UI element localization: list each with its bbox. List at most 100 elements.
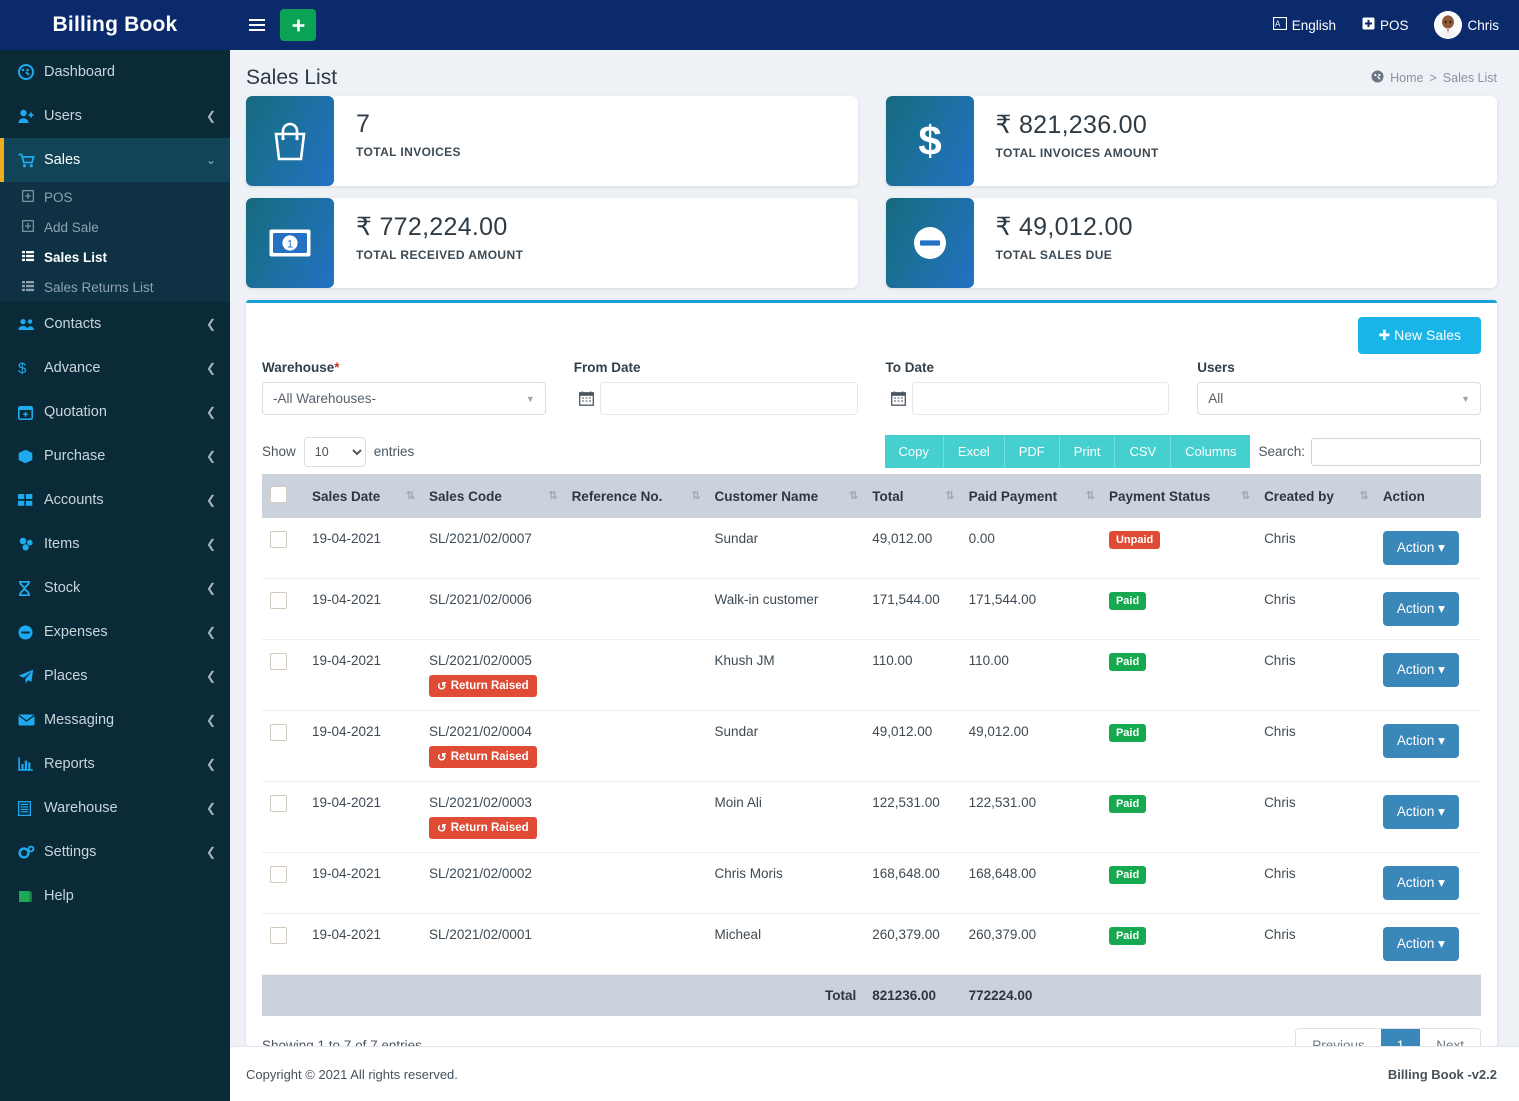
calendar-icon[interactable] bbox=[574, 391, 600, 406]
pagination-next[interactable]: Next bbox=[1420, 1029, 1480, 1046]
sidebar-item-settings[interactable]: Settings ❮ bbox=[0, 830, 230, 874]
sidebar-item-warehouse[interactable]: Warehouse ❮ bbox=[0, 786, 230, 830]
minus-circle-icon bbox=[18, 625, 44, 640]
th-created-by[interactable]: Created by ⇅ bbox=[1256, 474, 1375, 518]
sidebar-item-reports[interactable]: Reports ❮ bbox=[0, 742, 230, 786]
sidebar-item-stock[interactable]: Stock ❮ bbox=[0, 566, 230, 610]
page-title: Sales List bbox=[246, 66, 338, 89]
cell-customer-name: Chris Moris bbox=[706, 852, 865, 914]
row-checkbox[interactable] bbox=[270, 653, 287, 670]
calendar-icon[interactable] bbox=[886, 391, 912, 406]
select-all-checkbox[interactable] bbox=[270, 486, 287, 503]
pos-link[interactable]: POS bbox=[1362, 17, 1408, 33]
sales-list-panel: ✚ New Sales Warehouse* -All Warehouses- … bbox=[246, 300, 1497, 1046]
sidebar-item-add-sale[interactable]: Add Sale bbox=[0, 212, 230, 242]
th-sales-date[interactable]: Sales Date ⇅ bbox=[304, 474, 422, 518]
table-foot: Total 821236.00 772224.00 bbox=[262, 974, 1481, 1016]
row-checkbox[interactable] bbox=[270, 592, 287, 609]
cell-payment-status: Paid bbox=[1100, 710, 1257, 782]
th-total[interactable]: Total ⇅ bbox=[864, 474, 961, 518]
user-name: Chris bbox=[1467, 17, 1499, 33]
sidebar-item-help[interactable]: Help bbox=[0, 874, 230, 918]
action-dropdown-button[interactable]: Action ▾ bbox=[1382, 653, 1459, 687]
sidebar-item-sales-list[interactable]: Sales List bbox=[0, 242, 230, 272]
minus-circle-icon bbox=[885, 198, 974, 288]
sidebar-item-purchase[interactable]: Purchase ❮ bbox=[0, 434, 230, 478]
th-payment-status[interactable]: Payment Status ⇅ bbox=[1100, 474, 1257, 518]
hamburger-icon[interactable] bbox=[244, 12, 270, 38]
language-selector[interactable]: A English bbox=[1272, 16, 1336, 33]
sidebar-item-dashboard[interactable]: Dashboard bbox=[0, 50, 230, 94]
row-checkbox[interactable] bbox=[270, 866, 287, 883]
sidebar-item-sales[interactable]: Sales ⌄ bbox=[0, 138, 230, 182]
sidebar-item-pos[interactable]: POS bbox=[0, 182, 230, 212]
th-sales-code[interactable]: Sales Code ⇅ bbox=[421, 474, 564, 518]
action-dropdown-button[interactable]: Action ▾ bbox=[1382, 866, 1459, 900]
return-raised-label: Return Raised bbox=[450, 751, 529, 763]
cell-reference-no bbox=[563, 781, 707, 853]
sidebar-item-items[interactable]: Items ❮ bbox=[0, 522, 230, 566]
new-sales-button[interactable]: ✚ New Sales bbox=[1358, 317, 1481, 354]
pdf-button[interactable]: PDF bbox=[1004, 435, 1060, 468]
table-row: 19-04-2021 SL/2021/02/0001 Micheal 260,379.… bbox=[262, 913, 1481, 975]
stat-label: TOTAL SALES DUE bbox=[995, 248, 1113, 262]
row-checkbox[interactable] bbox=[270, 927, 287, 944]
sidebar-item-accounts[interactable]: Accounts ❮ bbox=[0, 478, 230, 522]
users-select[interactable]: All ▼ bbox=[1197, 382, 1481, 415]
users-filter: Users All ▼ bbox=[1197, 360, 1481, 415]
brand-logo[interactable]: Billing Book bbox=[0, 0, 230, 50]
quick-add-button[interactable] bbox=[280, 9, 316, 41]
warehouse-select[interactable]: -All Warehouses- ▼ bbox=[262, 382, 546, 415]
copy-button[interactable]: Copy bbox=[884, 435, 944, 468]
entries-select[interactable]: 102550100 bbox=[303, 436, 366, 467]
cell-created-by: Chris bbox=[1256, 852, 1375, 914]
sidebar-item-advance[interactable]: $ Advance ❮ bbox=[0, 346, 230, 390]
action-dropdown-button[interactable]: Action ▾ bbox=[1382, 795, 1459, 829]
csv-button[interactable]: CSV bbox=[1115, 435, 1172, 468]
row-checkbox[interactable] bbox=[270, 724, 287, 741]
sort-icon: ⇅ bbox=[405, 489, 415, 502]
to-date-input[interactable] bbox=[911, 382, 1170, 415]
sidebar-item-label: Reports bbox=[44, 756, 95, 772]
cell-sales-code: SL/2021/02/0006 bbox=[421, 578, 564, 640]
cell-paid-payment: 168,648.00 bbox=[960, 852, 1101, 914]
sidebar-item-sales-returns-list[interactable]: Sales Returns List bbox=[0, 272, 230, 302]
to-date-filter: To Date bbox=[886, 360, 1170, 415]
cell-total: 49,012.00 bbox=[864, 518, 961, 579]
columns-button[interactable]: Columns bbox=[1171, 435, 1251, 468]
dashboard-icon bbox=[18, 64, 44, 80]
status-badge: Paid bbox=[1108, 927, 1147, 945]
pagination-previous[interactable]: Previous bbox=[1296, 1029, 1381, 1046]
action-dropdown-button[interactable]: Action ▾ bbox=[1382, 724, 1459, 758]
sidebar-item-quotation[interactable]: Quotation ❮ bbox=[0, 390, 230, 434]
status-badge: Paid bbox=[1108, 866, 1147, 884]
from-date-filter: From Date bbox=[574, 360, 858, 415]
cell-sales-code: SL/2021/02/0002 bbox=[421, 852, 564, 914]
pagination-page-1[interactable]: 1 bbox=[1380, 1029, 1421, 1046]
search-input[interactable] bbox=[1311, 437, 1481, 466]
th-reference-no[interactable]: Reference No. ⇅ bbox=[563, 474, 707, 518]
row-checkbox[interactable] bbox=[270, 531, 287, 548]
user-menu[interactable]: Chris bbox=[1434, 11, 1499, 39]
action-dropdown-button[interactable]: Action ▾ bbox=[1382, 531, 1459, 565]
sidebar-item-places[interactable]: Places ❮ bbox=[0, 654, 230, 698]
row-checkbox[interactable] bbox=[270, 795, 287, 812]
breadcrumb-home[interactable]: Home bbox=[1390, 71, 1423, 85]
action-dropdown-button[interactable]: Action ▾ bbox=[1382, 927, 1459, 961]
sort-icon: ⇅ bbox=[1359, 489, 1369, 502]
print-button[interactable]: Print bbox=[1059, 435, 1116, 468]
from-date-input[interactable] bbox=[599, 382, 858, 415]
sales-submenu: POS Add Sale Sales List Sales Returns Li… bbox=[0, 182, 230, 302]
sidebar-item-messaging[interactable]: Messaging ❮ bbox=[0, 698, 230, 742]
th-paid-payment[interactable]: Paid Payment ⇅ bbox=[960, 474, 1101, 518]
th-customer-name[interactable]: Customer Name ⇅ bbox=[706, 474, 865, 518]
cell-payment-status: Paid bbox=[1100, 578, 1257, 640]
sidebar-item-users[interactable]: Users ❮ bbox=[0, 94, 230, 138]
sidebar-item-contacts[interactable]: Contacts ❮ bbox=[0, 302, 230, 346]
excel-button[interactable]: Excel bbox=[943, 435, 1005, 468]
box-icon bbox=[18, 449, 44, 464]
svg-text:1: 1 bbox=[287, 239, 293, 251]
sales-code-text: SL/2021/02/0003 bbox=[429, 795, 532, 810]
sidebar-item-expenses[interactable]: Expenses ❮ bbox=[0, 610, 230, 654]
action-dropdown-button[interactable]: Action ▾ bbox=[1382, 592, 1459, 626]
